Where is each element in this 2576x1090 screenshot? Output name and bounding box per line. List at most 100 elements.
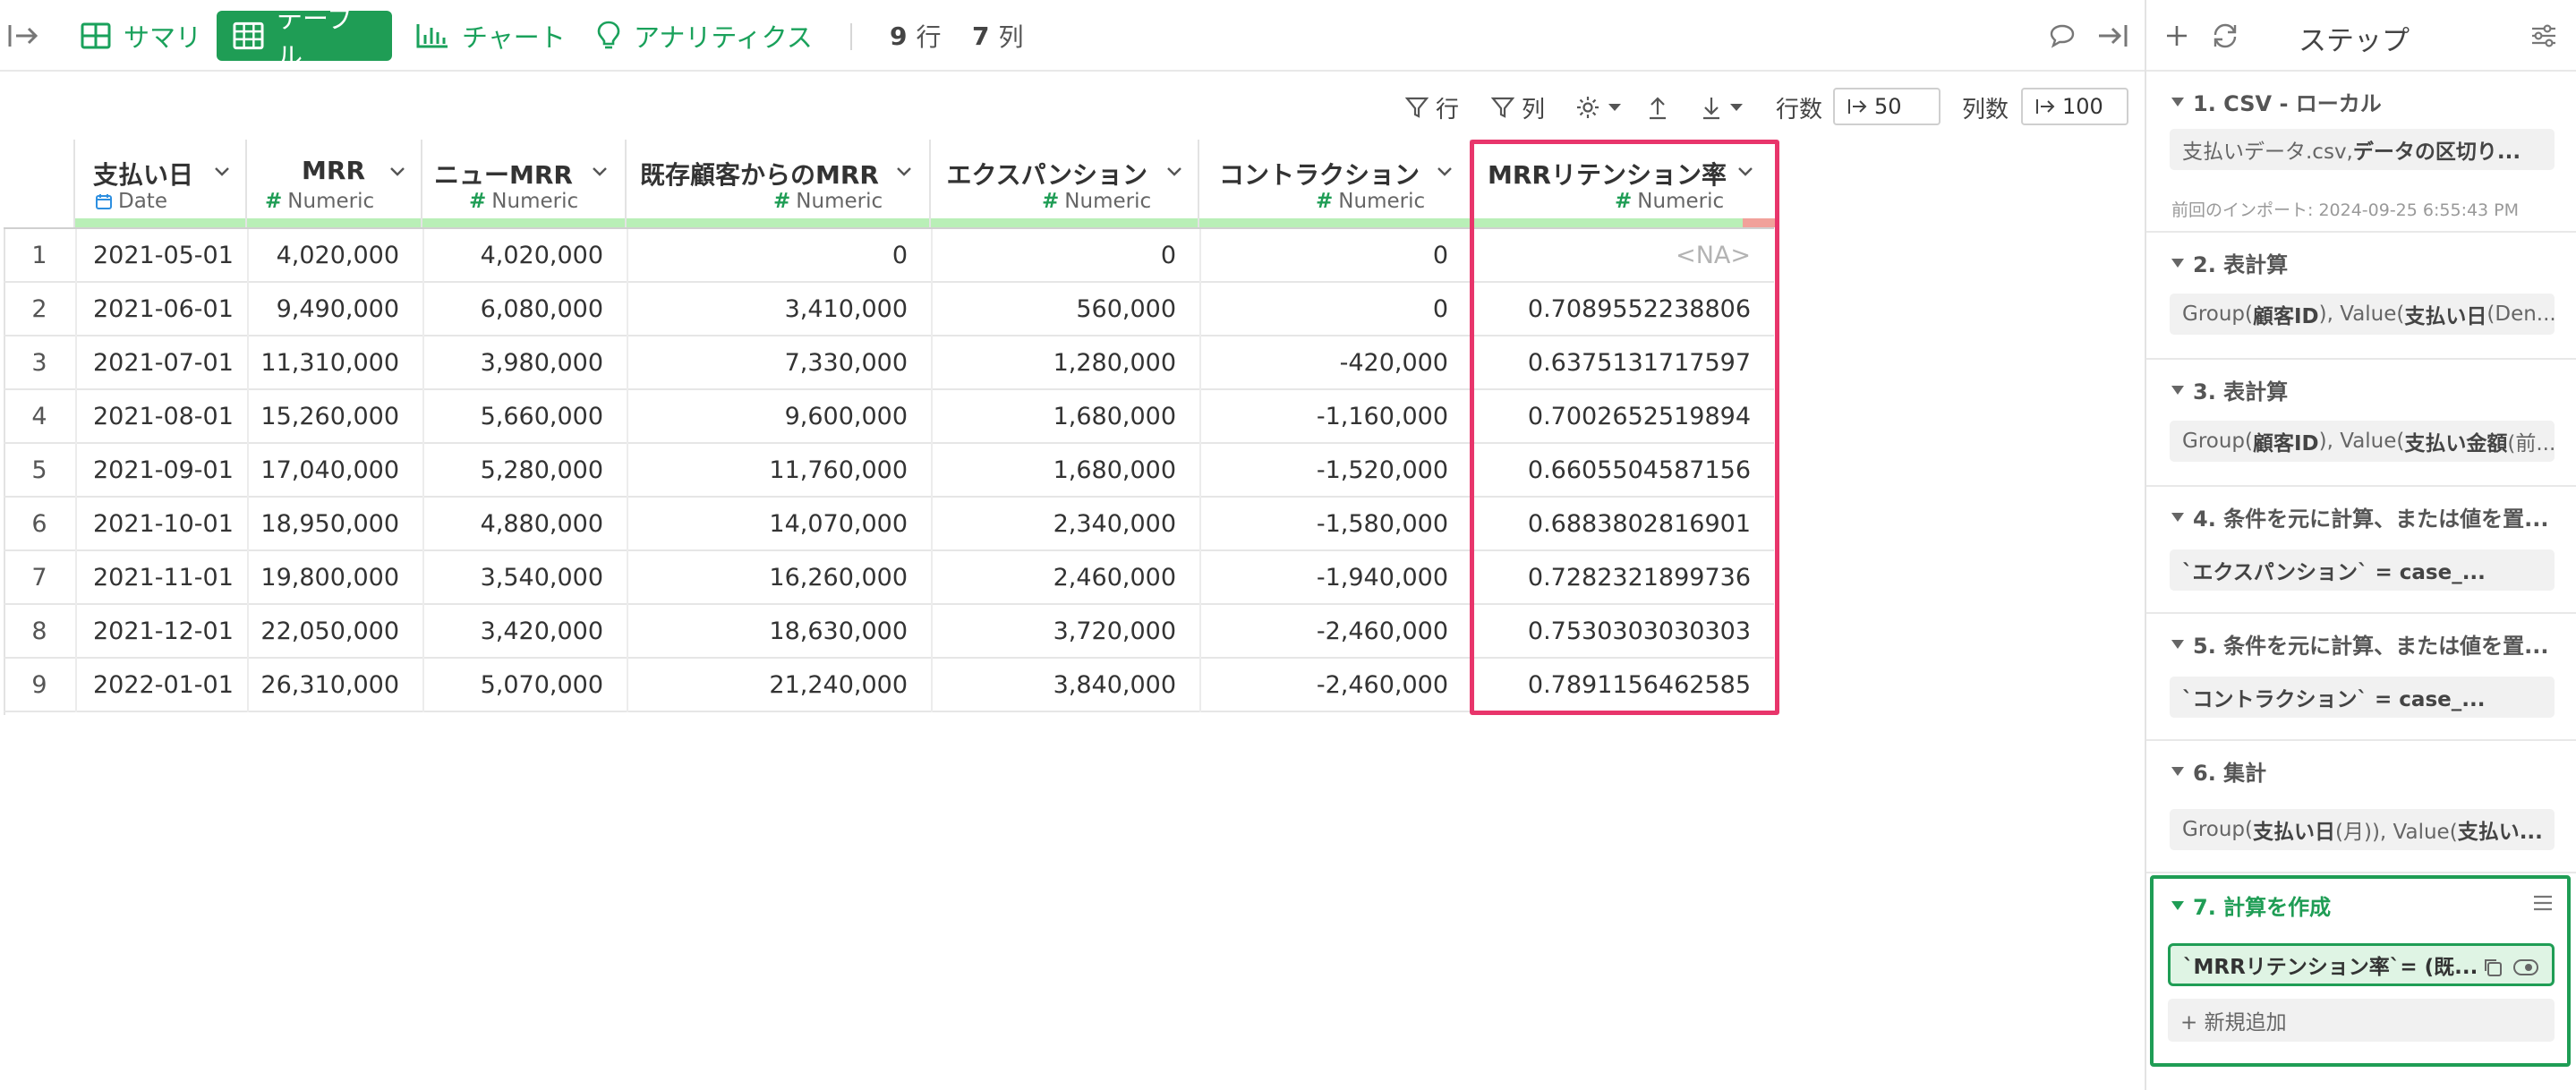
step-title[interactable]: 2. 表計算 (2171, 247, 2288, 278)
sliders-icon[interactable] (2526, 18, 2562, 54)
chevron-down-icon[interactable] (1165, 163, 1183, 181)
step-conditional-2[interactable]: 5. 条件を元に計算、または値を置... `コントラクション` = case_.… (2146, 616, 2576, 741)
table-cell[interactable]: 0 (627, 229, 908, 281)
row-index-cell[interactable]: 1 (4, 229, 75, 281)
table-cell[interactable]: 0.6883802816901 (1471, 498, 1751, 549)
table-cell[interactable]: 19,800,000 (247, 551, 399, 603)
table-cell[interactable]: 5,070,000 (422, 659, 603, 711)
column-header-payment-date[interactable]: 支払い日 Date (75, 140, 247, 227)
chevron-down-icon[interactable] (1436, 163, 1454, 181)
table-cell[interactable]: 9,490,000 (247, 283, 399, 335)
chevron-down-icon[interactable] (388, 163, 406, 181)
table-cell[interactable]: 7,330,000 (627, 336, 908, 388)
copy-icon[interactable] (2482, 957, 2503, 978)
table-cell[interactable]: 3,720,000 (931, 605, 1176, 657)
table-cell[interactable]: 0.6375131717597 (1471, 336, 1751, 388)
table-cell[interactable]: 22,050,000 (247, 605, 399, 657)
table-cell[interactable]: 0.6605504587156 (1471, 444, 1751, 496)
table-cell[interactable]: 2021-08-01 (93, 390, 234, 442)
table-cell[interactable]: 3,980,000 (422, 336, 603, 388)
table-cell[interactable]: 6,080,000 (422, 283, 603, 335)
download-button[interactable] (1701, 89, 1744, 125)
table-cell[interactable]: 4,880,000 (422, 498, 603, 549)
tab-analytics[interactable]: アナリティクス (580, 11, 829, 61)
tab-chart[interactable]: チャート (399, 11, 582, 61)
chevron-down-icon[interactable] (591, 163, 609, 181)
table-cell[interactable]: 14,070,000 (627, 498, 908, 549)
tab-table[interactable]: テーブル (217, 4, 392, 72)
row-index-cell[interactable]: 3 (4, 336, 75, 388)
table-cell[interactable]: 0.7002652519894 (1471, 390, 1751, 442)
step-body[interactable]: Group(顧客ID), Value(支払い日 (Den... (2170, 294, 2555, 335)
step-body[interactable]: Group(顧客ID), Value(支払い金額 (前... (2170, 421, 2555, 462)
table-cell[interactable]: -1,520,000 (1199, 444, 1448, 496)
table-cell[interactable]: 0 (1199, 229, 1448, 281)
column-header-contraction[interactable]: コントラクション # Numeric (1199, 140, 1471, 227)
column-header-mrr[interactable]: MRR # Numeric (247, 140, 422, 227)
collapse-right-icon[interactable] (2093, 0, 2132, 72)
row-index-cell[interactable]: 4 (4, 390, 75, 442)
table-cell[interactable]: 3,840,000 (931, 659, 1176, 711)
step-title[interactable]: 1. CSV - ローカル (2171, 86, 2382, 117)
row-index-cell[interactable]: 2 (4, 283, 75, 335)
table-cell[interactable]: 17,040,000 (247, 444, 399, 496)
table-cell[interactable]: 2021-07-01 (93, 336, 234, 388)
table-cell[interactable]: 2021-12-01 (93, 605, 234, 657)
comment-icon[interactable] (2044, 0, 2080, 72)
table-cell[interactable]: 11,310,000 (247, 336, 399, 388)
table-cell[interactable]: 1,680,000 (931, 390, 1176, 442)
filter-columns-button[interactable]: 列 (1491, 89, 1545, 125)
table-cell[interactable]: 1,280,000 (931, 336, 1176, 388)
step-conditional-1[interactable]: 4. 条件を元に計算、または値を置... `エクスパンション` = case_.… (2146, 489, 2576, 614)
table-cell[interactable]: 18,950,000 (247, 498, 399, 549)
table-cell[interactable]: 2,460,000 (931, 551, 1176, 603)
table-cell[interactable]: -2,460,000 (1199, 659, 1448, 711)
step-body[interactable]: 支払いデータ.csv, データの区切り... (2170, 129, 2555, 170)
settings-button[interactable] (1575, 89, 1622, 125)
table-cell[interactable]: 5,280,000 (422, 444, 603, 496)
step-body[interactable]: Group(支払い日 (月)), Value(支払い... (2170, 809, 2555, 850)
step-title[interactable]: 7. 計算を作成 (2171, 890, 2331, 921)
table-cell[interactable]: 0.7089552238806 (1471, 283, 1751, 335)
filter-rows-button[interactable]: 行 (1405, 89, 1459, 125)
table-cell[interactable]: 2021-06-01 (93, 283, 234, 335)
columns-input[interactable]: 100 (2021, 88, 2128, 125)
table-cell[interactable]: -1,160,000 (1199, 390, 1448, 442)
table-cell[interactable]: 0.7891156462585 (1471, 659, 1751, 711)
table-cell[interactable]: 9,600,000 (627, 390, 908, 442)
column-header-mrr-retention[interactable]: MRRリテンション率 # Numeric (1471, 140, 1776, 227)
chevron-down-icon[interactable] (1736, 163, 1754, 181)
add-step-icon[interactable] (2159, 18, 2195, 54)
table-cell[interactable]: 4,020,000 (247, 229, 399, 281)
column-header-existing-mrr[interactable]: 既存顧客からのMRR # Numeric (627, 140, 931, 227)
table-cell[interactable]: 0 (931, 229, 1176, 281)
step-table-calc-2[interactable]: 3. 表計算 Group(顧客ID), Value(支払い金額 (前... (2146, 362, 2576, 487)
rows-input[interactable]: 50 (1833, 88, 1941, 125)
table-cell[interactable]: -1,580,000 (1199, 498, 1448, 549)
row-index-cell[interactable]: 7 (4, 551, 75, 603)
table-cell[interactable]: 4,020,000 (422, 229, 603, 281)
table-cell[interactable]: 2021-10-01 (93, 498, 234, 549)
table-cell[interactable]: 2021-11-01 (93, 551, 234, 603)
chevron-down-icon[interactable] (895, 163, 913, 181)
table-cell[interactable]: 3,410,000 (627, 283, 908, 335)
step-aggregate[interactable]: 6. 集計 Group(支払い日 (月)), Value(支払い... (2146, 743, 2576, 873)
table-cell[interactable]: 26,310,000 (247, 659, 399, 711)
table-cell[interactable]: 2,340,000 (931, 498, 1176, 549)
table-cell[interactable]: 15,260,000 (247, 390, 399, 442)
table-cell[interactable]: -1,940,000 (1199, 551, 1448, 603)
table-cell[interactable]: 3,540,000 (422, 551, 603, 603)
tab-summary[interactable]: サマリ (64, 11, 218, 61)
refresh-icon[interactable] (2207, 18, 2243, 54)
step-body[interactable]: `エクスパンション` = case_... (2170, 549, 2555, 591)
step-title[interactable]: 4. 条件を元に計算、または値を置... (2171, 501, 2549, 532)
step-body[interactable]: `コントラクション` = case_... (2170, 677, 2555, 718)
table-cell[interactable]: 18,630,000 (627, 605, 908, 657)
table-cell[interactable]: 2021-09-01 (93, 444, 234, 496)
collapse-left-icon[interactable] (4, 0, 43, 72)
table-cell[interactable]: 0 (1199, 283, 1448, 335)
table-cell[interactable]: 1,680,000 (931, 444, 1176, 496)
table-cell[interactable]: 0.7282321899736 (1471, 551, 1751, 603)
column-header-new-mrr[interactable]: ニューMRR # Numeric (422, 140, 627, 227)
row-index-cell[interactable]: 9 (4, 659, 75, 711)
